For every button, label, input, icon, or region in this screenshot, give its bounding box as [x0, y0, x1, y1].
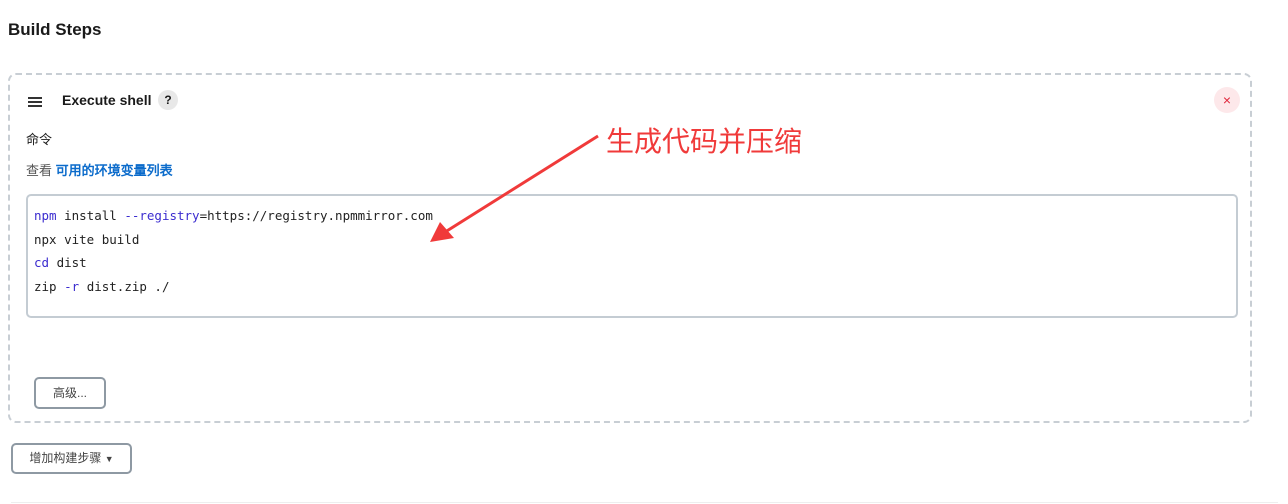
code-token: -r: [64, 278, 80, 294]
annotation-text: 生成代码并压缩: [606, 126, 803, 157]
code-token: npm: [34, 208, 57, 223]
code-token: npx vite build: [34, 231, 140, 247]
env-hint: 查看 可用的环境变量列表: [26, 160, 173, 179]
code-line: npx vite build: [34, 228, 1230, 252]
code-line: npm install --registry=https://registry.…: [34, 204, 1230, 228]
code-token: --registry: [124, 208, 200, 223]
code-token: dist.zip ./: [79, 278, 170, 294]
help-icon[interactable]: ?: [158, 90, 178, 110]
code-token: cd: [34, 255, 50, 270]
code-token: install: [56, 208, 125, 223]
add-build-step-button[interactable]: 增加构建步骤 ▼: [11, 443, 132, 474]
close-icon[interactable]: ×: [1214, 87, 1240, 113]
code-token: =https://registry.npmmirror.com: [199, 208, 433, 223]
env-prefix: 查看: [26, 163, 53, 178]
code-token: dist: [49, 255, 87, 270]
code-line: cd dist: [34, 251, 1230, 275]
advanced-button[interactable]: 高级...: [34, 377, 106, 409]
divider: [11, 502, 1278, 503]
drag-handle-icon[interactable]: [28, 97, 42, 109]
code-token: zip: [34, 278, 65, 294]
command-textarea[interactable]: npm install --registry=https://registry.…: [26, 194, 1238, 318]
page-title: Build Steps: [8, 20, 102, 39]
step-title: Execute shell: [62, 92, 152, 108]
annotation-arrow-icon: [430, 134, 599, 242]
add-step-label: 增加构建步骤: [29, 451, 102, 465]
env-variables-link[interactable]: 可用的环境变量列表: [56, 163, 173, 178]
code-line: zip -r dist.zip ./: [34, 275, 1230, 299]
command-label: 命令: [26, 132, 53, 147]
caret-down-icon: ▼: [104, 454, 114, 464]
